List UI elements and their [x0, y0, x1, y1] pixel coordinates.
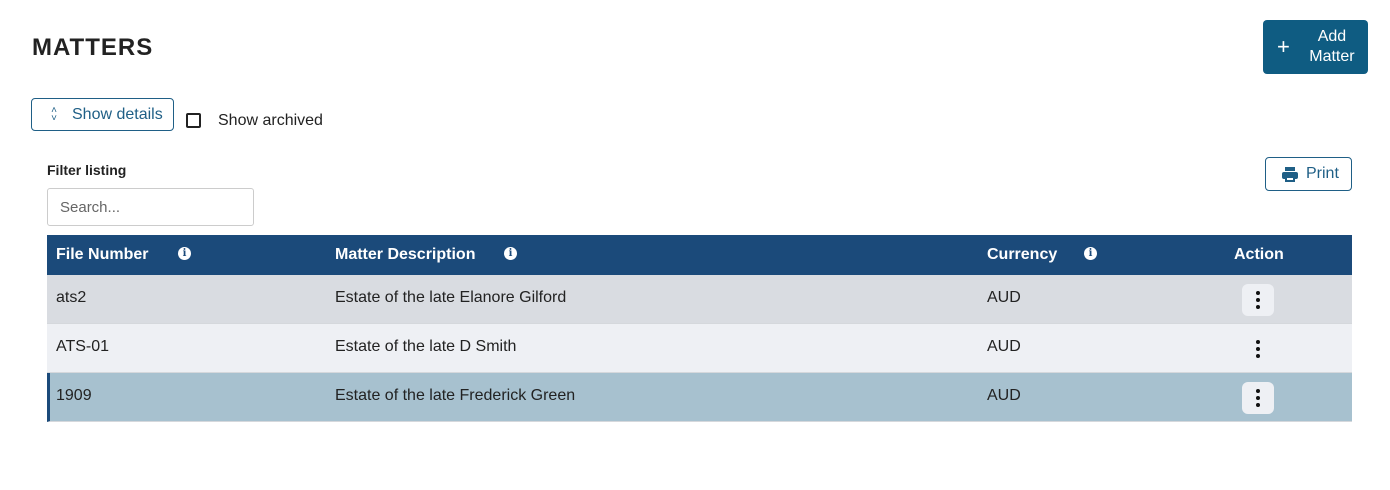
row-actions-button[interactable]	[1242, 284, 1274, 316]
currency-cell: AUD	[987, 338, 1021, 355]
info-icon[interactable]: i	[1084, 247, 1097, 260]
show-details-button[interactable]: ˄ ˅ Show details	[31, 98, 174, 131]
search-input[interactable]	[47, 188, 254, 226]
show-archived-label: Show archived	[218, 112, 323, 129]
print-label: Print	[1306, 165, 1339, 182]
info-icon[interactable]: i	[178, 247, 191, 260]
column-header-currency[interactable]: Currency	[987, 235, 1057, 275]
column-header-file-number[interactable]: File Number	[56, 235, 148, 275]
row-actions-button[interactable]	[1242, 333, 1274, 365]
add-matter-button[interactable]: + Add Matter	[1263, 20, 1368, 74]
table-row-selected[interactable]: 1909 Estate of the late Frederick Green …	[47, 373, 1352, 422]
filter-label: Filter listing	[47, 162, 127, 178]
table-row[interactable]: ats2 Estate of the late Elanore Gilford …	[47, 275, 1352, 324]
print-button[interactable]: Print	[1265, 157, 1352, 191]
more-vertical-icon	[1256, 389, 1260, 407]
show-details-label: Show details	[72, 105, 163, 123]
matters-table: File Number i Matter Description i Curre…	[47, 235, 1352, 422]
currency-cell: AUD	[987, 289, 1021, 306]
file-number-cell: ats2	[56, 289, 87, 306]
column-header-matter-description[interactable]: Matter Description	[335, 235, 475, 275]
plus-icon: +	[1277, 34, 1290, 59]
show-archived-checkbox[interactable]	[186, 113, 201, 128]
table-row[interactable]: ATS-01 Estate of the late D Smith AUD	[47, 324, 1352, 373]
column-header-action: Action	[1234, 246, 1284, 263]
info-icon[interactable]: i	[504, 247, 517, 260]
page-title: MATTERS	[32, 34, 154, 61]
file-number-cell: ATS-01	[56, 338, 110, 355]
description-cell: Estate of the late Frederick Green	[335, 387, 576, 404]
printer-icon	[1282, 166, 1298, 182]
file-number-cell: 1909	[56, 387, 92, 404]
row-actions-button[interactable]	[1242, 382, 1274, 414]
description-cell: Estate of the late D Smith	[335, 338, 517, 355]
more-vertical-icon	[1256, 291, 1260, 309]
more-vertical-icon	[1256, 340, 1260, 358]
currency-cell: AUD	[987, 387, 1021, 404]
description-cell: Estate of the late Elanore Gilford	[335, 289, 567, 306]
add-matter-label: Add Matter	[1309, 28, 1355, 65]
table-header: File Number i Matter Description i Curre…	[47, 235, 1352, 275]
chevron-up-down-icon: ˄ ˅	[51, 104, 57, 124]
